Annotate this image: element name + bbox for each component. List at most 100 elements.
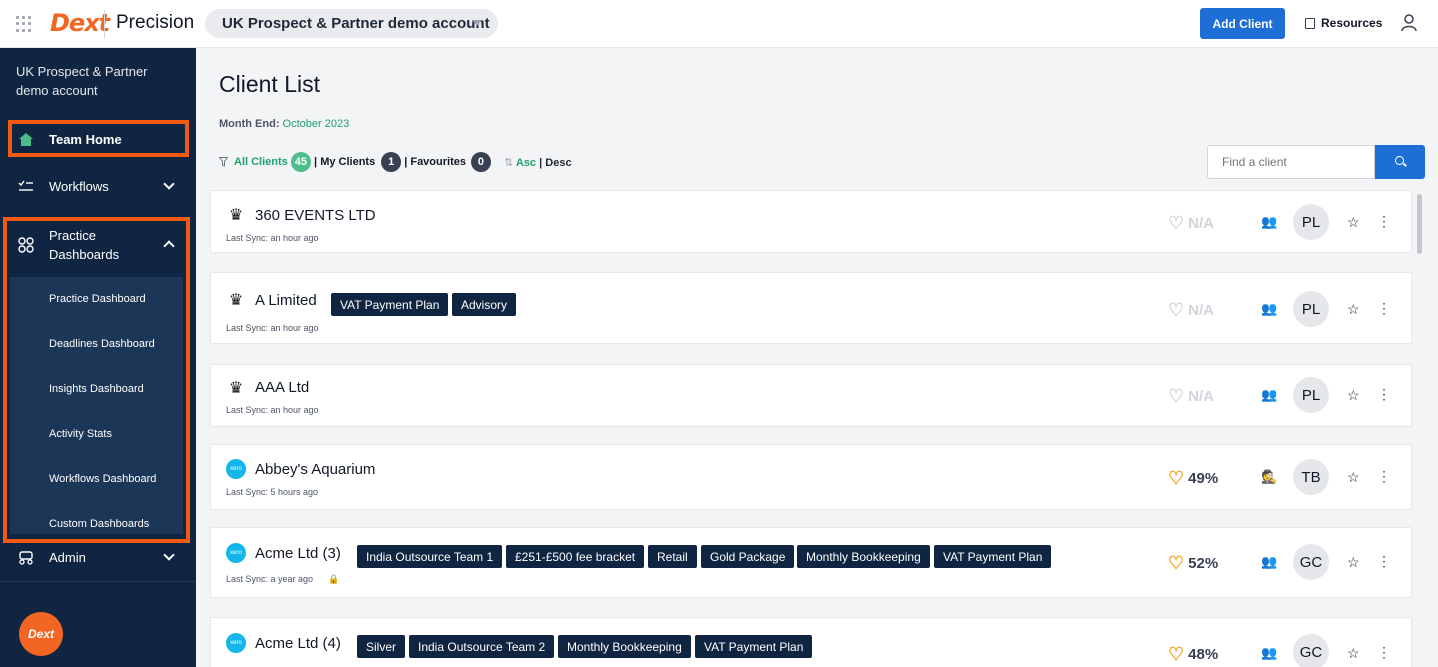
sidebar-item-label: Workflows [49, 178, 109, 194]
favourite-star-icon[interactable]: ☆ [1347, 301, 1360, 318]
home-icon [17, 130, 35, 148]
client-name[interactable]: A Limited [255, 292, 317, 309]
dext-help-button[interactable]: Dext [19, 612, 63, 656]
client-tag[interactable]: £251-£500 fee bracket [506, 545, 645, 568]
favourite-star-icon[interactable]: ☆ [1347, 214, 1360, 231]
client-tag[interactable]: India Outsource Team 2 [409, 635, 555, 658]
chevron-down-icon [163, 178, 175, 190]
last-sync: Last Sync: an hour ago [226, 405, 319, 415]
health-score: ♡ N/A [1168, 301, 1228, 319]
team-icon[interactable]: 👥 [1261, 215, 1279, 229]
account-selector[interactable]: UK Prospect & Partner demo account [205, 9, 498, 38]
user-profile-icon[interactable] [1401, 14, 1417, 32]
account-selector-label: UK Prospect & Partner demo account [222, 15, 490, 32]
more-options-icon[interactable]: ⋮ [1377, 644, 1391, 661]
sort-separator: | [539, 157, 543, 169]
health-score: ♡ 49% [1168, 469, 1228, 487]
client-row[interactable]: ♛ AAA Ltd Last Sync: an hour ago ♡ N/A 👥 … [210, 364, 1412, 427]
team-icon[interactable]: 👥 [1261, 302, 1279, 316]
owner-avatar[interactable]: TB [1293, 459, 1329, 495]
sidebar-item-admin[interactable]: Admin [0, 547, 196, 567]
sidebar-item-workflows[interactable]: Workflows [0, 176, 196, 196]
owner-avatar[interactable]: GC [1293, 634, 1329, 667]
client-name[interactable]: Abbey's Aquarium [255, 461, 375, 478]
sidebar-item-practice-dashboards[interactable]: Practice Dashboards [0, 225, 196, 265]
submenu-item-practice-dashboard[interactable]: Practice Dashboard [49, 293, 146, 305]
filter-my-clients[interactable]: My Clients [320, 156, 375, 168]
client-row[interactable]: ♛ A Limited VAT Payment Plan Advisory La… [210, 272, 1412, 344]
sidebar-item-label: Admin [49, 549, 86, 565]
client-name[interactable]: Acme Ltd (3) [255, 545, 341, 562]
more-options-icon[interactable]: ⋮ [1377, 213, 1391, 230]
sidebar-item-team-home[interactable]: Team Home [0, 129, 196, 149]
month-end-value[interactable]: October 2023 [283, 118, 350, 130]
app-grid-icon[interactable] [16, 16, 32, 32]
client-row[interactable]: xero Acme Ltd (4) Silver India Outsource… [210, 617, 1412, 667]
incognito-icon[interactable]: 🕵 [1261, 470, 1279, 484]
hmrc-icon: ♛ [228, 380, 244, 397]
client-tag[interactable]: Advisory [452, 293, 517, 316]
client-tag[interactable]: India Outsource Team 1 [357, 545, 503, 568]
filter-all-clients[interactable]: All Clients [234, 156, 288, 168]
client-name[interactable]: Acme Ltd (4) [255, 635, 341, 652]
favourite-star-icon[interactable]: ☆ [1347, 387, 1360, 404]
logo-divider [104, 10, 105, 38]
client-tag[interactable]: Monthly Bookkeeping [558, 635, 691, 658]
team-icon[interactable]: 👥 [1261, 646, 1279, 660]
caret-down-icon [472, 20, 482, 26]
hmrc-icon: ♛ [228, 207, 244, 224]
client-tag[interactable]: Retail [648, 545, 697, 568]
client-tag[interactable]: Monthly Bookkeeping [797, 545, 930, 568]
dext-logo[interactable]: Dext [50, 9, 110, 37]
my-clients-count-badge: 1 [381, 152, 402, 172]
filter-favourites[interactable]: Favourites [410, 156, 466, 168]
sort-asc[interactable]: Asc [516, 157, 536, 169]
last-sync: Last Sync: a year ago [226, 574, 314, 584]
more-options-icon[interactable]: ⋮ [1377, 553, 1391, 570]
client-tag[interactable]: Gold Package [701, 545, 795, 568]
favourite-star-icon[interactable]: ☆ [1347, 469, 1360, 486]
client-tag[interactable]: Silver [357, 635, 406, 658]
health-value: N/A [1188, 387, 1214, 405]
submenu-item-deadlines-dashboard[interactable]: Deadlines Dashboard [49, 338, 155, 350]
client-name[interactable]: AAA Ltd [255, 379, 309, 396]
more-options-icon[interactable]: ⋮ [1377, 300, 1391, 317]
client-tag[interactable]: VAT Payment Plan [934, 545, 1052, 568]
last-sync: Last Sync: an hour ago [226, 233, 319, 243]
submenu-item-insights-dashboard[interactable]: Insights Dashboard [49, 383, 144, 395]
document-icon [1305, 17, 1315, 29]
more-options-icon[interactable]: ⋮ [1377, 386, 1391, 403]
checklist-icon [17, 177, 35, 195]
client-filters: All Clients 45 | My Clients 1 | Favourit… [219, 152, 494, 172]
client-row[interactable]: xero Acme Ltd (3) India Outsource Team 1… [210, 527, 1412, 598]
sort-desc[interactable]: Desc [545, 157, 571, 169]
favourite-star-icon[interactable]: ☆ [1347, 645, 1360, 662]
owner-avatar[interactable]: GC [1293, 544, 1329, 580]
submenu-item-custom-dashboards[interactable]: Custom Dashboards [49, 518, 149, 530]
owner-avatar[interactable]: PL [1293, 204, 1329, 240]
client-tag[interactable]: VAT Payment Plan [695, 635, 813, 658]
client-name[interactable]: 360 EVENTS LTD [255, 207, 376, 224]
submenu-item-workflows-dashboard[interactable]: Workflows Dashboard [49, 473, 156, 485]
client-row[interactable]: ♛ 360 EVENTS LTD Last Sync: an hour ago … [210, 190, 1412, 253]
team-icon[interactable]: 👥 [1261, 388, 1279, 402]
sort-icon: ⇅ [504, 157, 514, 169]
favourite-star-icon[interactable]: ☆ [1347, 554, 1360, 571]
client-tag[interactable]: VAT Payment Plan [331, 293, 449, 316]
scrollbar-thumb[interactable] [1417, 194, 1422, 254]
client-row[interactable]: xero Abbey's Aquarium Last Sync: 5 hours… [210, 444, 1412, 510]
more-options-icon[interactable]: ⋮ [1377, 468, 1391, 485]
team-icon[interactable]: 👥 [1261, 555, 1279, 569]
client-search-input[interactable] [1207, 145, 1375, 179]
health-score: ♡ 52% [1168, 554, 1228, 572]
add-client-button[interactable]: Add Client [1200, 8, 1285, 39]
search-button[interactable] [1375, 145, 1425, 179]
owner-avatar[interactable]: PL [1293, 291, 1329, 327]
health-score: ♡ N/A [1168, 387, 1228, 405]
xero-icon: xero [226, 543, 246, 563]
resources-link[interactable]: Resources [1305, 16, 1382, 30]
heart-icon: ♡ [1168, 468, 1185, 488]
sidebar-item-label: Team Home [49, 131, 122, 147]
owner-avatar[interactable]: PL [1293, 377, 1329, 413]
submenu-item-activity-stats[interactable]: Activity Stats [49, 428, 112, 440]
